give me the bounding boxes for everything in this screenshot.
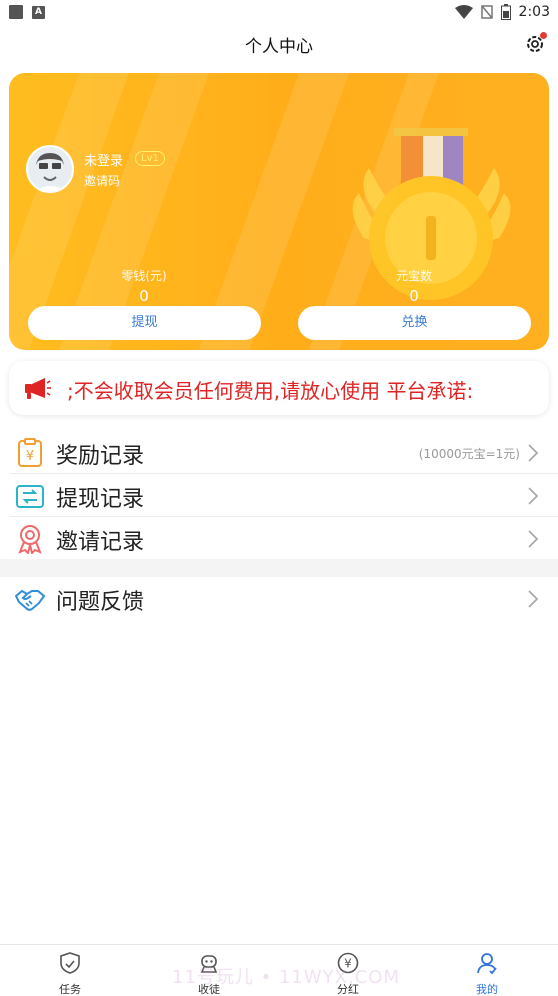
invite-record-icon	[18, 525, 42, 554]
user-name[interactable]: 未登录	[84, 150, 123, 169]
withdraw-button[interactable]: 提现	[28, 306, 261, 340]
tab-label: 我的	[476, 983, 498, 996]
menu-label-withdrawals: 提现记录	[56, 487, 145, 512]
profile-card: 未登录 Lv1 邀请码 零钱(元) 0 元宝数 0 提现 兑换	[9, 73, 549, 350]
svg-text:¥: ¥	[26, 449, 34, 464]
menu-item-rewards[interactable]: ¥ 奖励记录 (10000元宝=1元)	[0, 431, 558, 474]
settings-button[interactable]	[524, 32, 547, 55]
notification-dot	[540, 32, 547, 39]
notice-text: ;不会收取会员任何费用,请放心使用 平台承诺:	[67, 379, 474, 403]
title-bar: 个人中心	[0, 24, 558, 64]
wifi-icon	[454, 5, 473, 19]
yuanbao-stat: 元宝数 0	[359, 267, 469, 305]
status-bar: A 2:03	[0, 0, 558, 24]
app-notification-icon: A	[32, 6, 45, 19]
handshake-icon	[15, 589, 45, 611]
battery-icon	[500, 4, 511, 20]
avatar[interactable]	[26, 145, 74, 193]
yuanbao-label: 元宝数	[395, 269, 432, 283]
user-icon	[477, 953, 497, 975]
chevron-right-icon	[528, 487, 539, 505]
default-avatar-icon	[28, 147, 72, 191]
withdraw-record-icon	[16, 485, 44, 508]
reward-record-icon: ¥	[18, 438, 42, 467]
tab-label: 任务	[59, 983, 81, 996]
money-value: 0	[139, 287, 149, 305]
menu-label-rewards: 奖励记录	[56, 444, 145, 469]
tab-mine[interactable]: 我的	[452, 951, 522, 996]
exchange-button[interactable]: 兑换	[298, 306, 531, 340]
notice-banner[interactable]: ;不会收取会员任何费用,请放心使用 平台承诺:	[9, 361, 549, 415]
megaphone-icon	[25, 378, 51, 399]
invite-code-label: 邀请码	[84, 174, 121, 188]
menu-label-invites: 邀请记录	[56, 530, 145, 555]
chevron-right-icon	[528, 590, 539, 608]
notification-icon	[9, 5, 23, 19]
clock: 2:03	[518, 4, 550, 20]
level-badge: Lv1	[135, 151, 165, 166]
chevron-right-icon	[528, 444, 539, 462]
yuanbao-value: 0	[409, 287, 419, 305]
shield-icon	[60, 952, 80, 974]
menu-item-invites[interactable]: 邀请记录	[0, 517, 558, 560]
menu-label-feedback: 问题反馈	[56, 590, 145, 615]
section-separator	[0, 559, 558, 577]
watermark: 11号玩儿 • 11WYX.COM	[172, 967, 400, 988]
tab-tasks[interactable]: 任务	[35, 951, 105, 996]
menu-item-feedback[interactable]: 问题反馈	[0, 577, 558, 620]
menu-item-withdrawals[interactable]: 提现记录	[0, 474, 558, 517]
no-signal-icon	[480, 5, 493, 19]
exchange-rate-hint: (10000元宝=1元)	[418, 447, 520, 461]
money-stat: 零钱(元) 0	[89, 267, 199, 305]
chevron-right-icon	[528, 530, 539, 548]
page-title: 个人中心	[245, 37, 313, 57]
money-label: 零钱(元)	[121, 269, 167, 283]
